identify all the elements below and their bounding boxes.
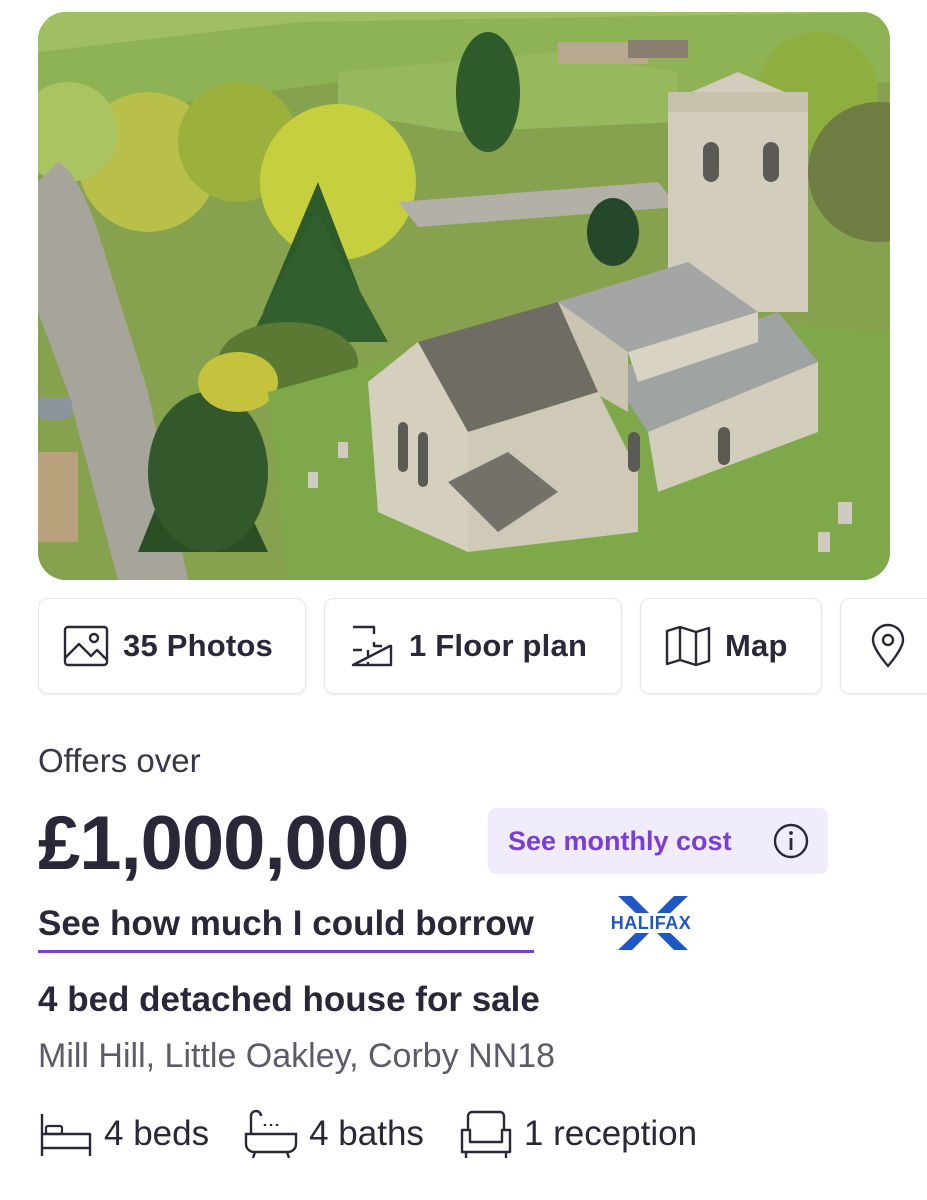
feature-baths-label: 4 baths [309, 1114, 424, 1153]
listing-title: 4 bed detached house for sale [38, 980, 540, 1019]
property-features: 4 beds 4 baths 1 reception [38, 1104, 731, 1164]
location-pin-icon [863, 621, 913, 671]
monthly-cost-label: See monthly cost [508, 825, 732, 856]
monthly-cost-button[interactable]: See monthly cost [488, 808, 828, 874]
borrow-calculator-link[interactable]: See how much I could borrow [38, 904, 534, 953]
feature-reception: 1 reception [458, 1108, 697, 1160]
halifax-logo: HALIFAX [606, 894, 696, 952]
media-buttons-row: 35 Photos 1 Floor plan Map [38, 598, 927, 696]
armchair-icon [458, 1108, 514, 1160]
church-aerial-image [38, 12, 890, 580]
feature-baths: 4 baths [243, 1108, 424, 1160]
feature-beds: 4 beds [38, 1108, 209, 1160]
property-main-photo[interactable] [38, 12, 890, 580]
floor-plan-button[interactable]: 1 Floor plan [324, 598, 622, 694]
photo-icon [61, 621, 111, 671]
photos-button-label: 35 Photos [123, 628, 273, 663]
feature-reception-label: 1 reception [523, 1114, 698, 1153]
floor-plan-button-label: 1 Floor plan [409, 628, 588, 663]
map-button[interactable]: Map [640, 598, 822, 694]
price-amount: £1,000,000 [38, 801, 409, 886]
photos-button[interactable]: 35 Photos [38, 598, 306, 694]
price-qualifier: Offers over [38, 742, 201, 779]
map-icon [663, 621, 713, 671]
floor-plan-icon [347, 621, 397, 671]
bath-icon [243, 1108, 299, 1160]
feature-beds-label: 4 beds [104, 1114, 210, 1153]
svg-text:HALIFAX: HALIFAX [611, 913, 692, 933]
info-icon [772, 822, 810, 860]
bed-icon [38, 1108, 94, 1160]
location-button[interactable] [840, 598, 927, 694]
map-button-label: Map [725, 628, 788, 663]
listing-address: Mill Hill, Little Oakley, Corby NN18 [38, 1037, 556, 1075]
